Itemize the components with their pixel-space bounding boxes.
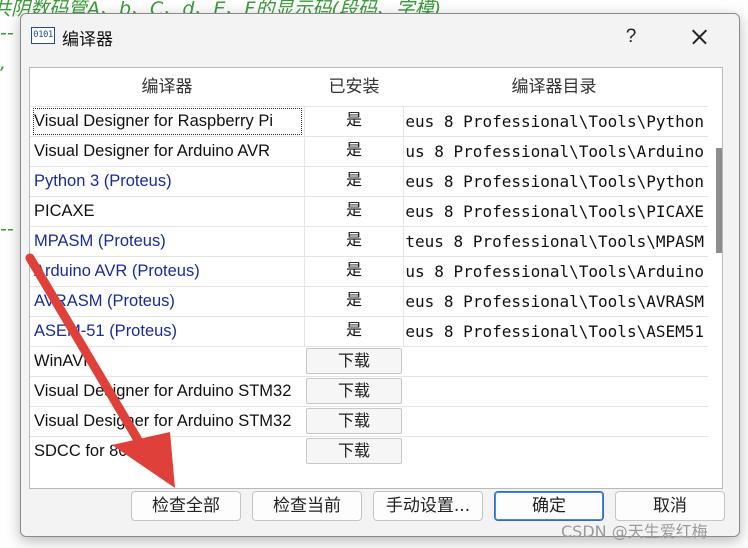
bg-comment-dash-2: -- <box>0 218 14 240</box>
directory-path: roteus 8 Professional\Tools\PICAXE <box>406 202 704 221</box>
table-row[interactable]: MPASM (Proteus) 是 Proteus 8 Professional\T… <box>30 226 708 257</box>
table-row[interactable]: Visual Designer for Raspberry Pi 是 roteus … <box>30 106 708 137</box>
table-row[interactable]: Visual Designer for Arduino AVR 是 teus 8 P… <box>30 136 708 167</box>
compiler-directory-cell: roteus 8 Professional\Tools\Python <box>406 167 704 196</box>
installed-cell: 是 <box>304 167 404 196</box>
check-current-button[interactable]: 检查当前 <box>252 491 362 521</box>
installed-cell: 是 <box>304 107 404 136</box>
compiler-directory-cell <box>406 437 704 466</box>
compiler-dialog: 0101 编译器 ? 编译器 已安装 编译器目录 Visual Designer… <box>20 13 740 537</box>
compiler-directory-cell: roteus 8 Professional\Tools\ASEM51 <box>406 317 704 346</box>
compiler-name-cell[interactable]: PICAXE <box>32 197 303 226</box>
installed-cell: 是 <box>304 227 404 256</box>
installed-cell: 是 <box>304 317 404 346</box>
compiler-name-cell[interactable]: ASEM-51 (Proteus) <box>32 317 303 346</box>
watermark: CSDN @天生爱红梅 <box>561 522 708 541</box>
compiler-directory-cell: roteus 8 Professional\Tools\PICAXE <box>406 197 704 226</box>
directory-path: roteus 8 Professional\Tools\ASEM51 <box>406 322 704 341</box>
bg-comma: , <box>0 52 7 74</box>
compiler-name-cell[interactable]: SDCC for 8051 <box>32 437 303 466</box>
directory-path: roteus 8 Professional\Tools\Python <box>406 172 704 191</box>
dialog-title: 编译器 <box>62 30 113 50</box>
help-button[interactable]: ? <box>617 23 645 51</box>
compiler-name-cell[interactable]: Python 3 (Proteus) <box>32 167 303 196</box>
table-row[interactable]: WinAVR 下载 <box>30 346 708 377</box>
compiler-name-cell[interactable]: Arduino AVR (Proteus) <box>32 257 303 286</box>
table-row[interactable]: AVRASM (Proteus) 是 roteus 8 Professional\T… <box>30 286 708 317</box>
directory-path: roteus 8 Professional\Tools\AVRASM <box>406 292 704 311</box>
cancel-button[interactable]: 取消 <box>615 491 725 521</box>
installed-cell: 是 <box>304 257 404 286</box>
column-header-directory[interactable]: 编译器目录 <box>404 68 704 106</box>
compiler-name-cell[interactable]: AVRASM (Proteus) <box>32 287 303 316</box>
table-row[interactable]: Visual Designer for Arduino STM32 下载 <box>30 406 708 437</box>
download-button[interactable]: 下载 <box>306 348 402 374</box>
compiler-directory-cell <box>406 347 704 376</box>
download-button[interactable]: 下载 <box>306 408 402 434</box>
compiler-directory-cell <box>406 407 704 436</box>
compiler-directory-cell: Proteus 8 Professional\Tools\MPASM <box>406 227 704 256</box>
compiler-name-cell[interactable]: Visual Designer for Arduino STM32 <box>32 407 303 436</box>
compiler-name-cell[interactable]: Visual Designer for Arduino STM32 <box>32 377 303 406</box>
download-button[interactable]: 下载 <box>306 378 402 404</box>
table-row[interactable]: PICAXE 是 roteus 8 Professional\Tools\PICAX… <box>30 196 708 227</box>
table-row[interactable]: SDCC for 8051 下载 <box>30 436 708 467</box>
download-button[interactable]: 下载 <box>306 438 402 464</box>
title-bar[interactable]: 0101 编译器 ? <box>21 14 739 58</box>
column-header-compiler[interactable]: 编译器 <box>30 68 305 106</box>
compiler-directory-cell: roteus 8 Professional\Tools\Python <box>406 107 704 136</box>
compiler-directory-cell: roteus 8 Professional\Tools\AVRASM <box>406 287 704 316</box>
table-row[interactable]: Python 3 (Proteus) 是 roteus 8 Professional… <box>30 166 708 197</box>
app-icon: 0101 <box>31 27 55 44</box>
close-icon[interactable] <box>685 23 715 51</box>
vertical-scrollbar-thumb[interactable] <box>716 148 722 253</box>
directory-path: teus 8 Professional\Tools\Arduino <box>406 142 704 161</box>
compiler-directory-cell <box>406 377 704 406</box>
check-all-button[interactable]: 检查全部 <box>131 491 241 521</box>
compiler-name-cell[interactable]: Visual Designer for Raspberry Pi <box>32 107 303 136</box>
compiler-table: 编译器 已安装 编译器目录 Visual Designer for Raspbe… <box>29 67 723 489</box>
installed-cell: 是 <box>304 287 404 316</box>
compiler-name-cell[interactable]: WinAVR <box>32 347 303 376</box>
ok-button[interactable]: 确定 <box>494 491 604 521</box>
compiler-name-cell[interactable]: Visual Designer for Arduino AVR <box>32 137 303 166</box>
column-header-installed[interactable]: 已安装 <box>304 68 405 106</box>
compiler-directory-cell: teus 8 Professional\Tools\Arduino <box>406 257 704 286</box>
compiler-name-cell[interactable]: MPASM (Proteus) <box>32 227 303 256</box>
directory-path: Proteus 8 Professional\Tools\MPASM <box>406 232 704 251</box>
compiler-directory-cell: teus 8 Professional\Tools\Arduino <box>406 137 704 166</box>
manual-setup-button[interactable]: 手动设置... <box>373 491 483 521</box>
table-row[interactable]: Arduino AVR (Proteus) 是 teus 8 Professiona… <box>30 256 708 287</box>
installed-cell: 是 <box>304 137 404 166</box>
installed-cell: 是 <box>304 197 404 226</box>
directory-path: roteus 8 Professional\Tools\Python <box>406 112 704 131</box>
bg-comment-dash: -- <box>0 22 14 44</box>
table-row[interactable]: ASEM-51 (Proteus) 是 roteus 8 Professional\… <box>30 316 708 347</box>
table-row[interactable]: Visual Designer for Arduino STM32 下载 <box>30 376 708 407</box>
directory-path: teus 8 Professional\Tools\Arduino <box>406 262 704 281</box>
